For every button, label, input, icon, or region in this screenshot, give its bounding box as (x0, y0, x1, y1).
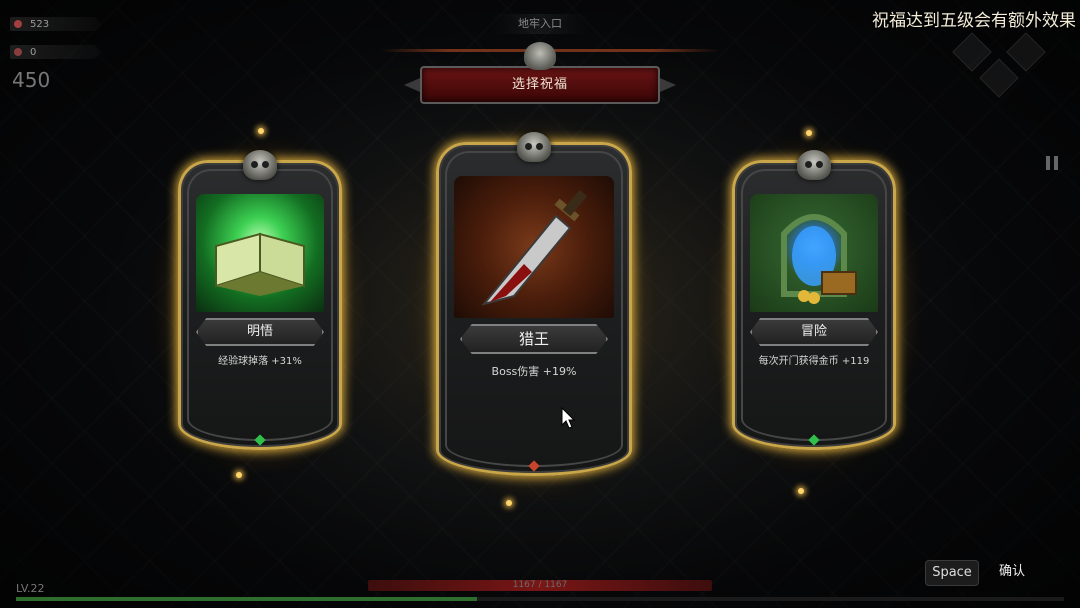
gold-value: 523 (10, 17, 102, 31)
level-label: LV.22 (16, 582, 45, 595)
area-name: 地牢入口 (492, 14, 588, 34)
portal-treasure-icon (750, 194, 878, 312)
glowing-book-icon (196, 194, 324, 312)
card-name: 冒险 (750, 318, 878, 346)
confirm-button[interactable]: 确认 (999, 560, 1025, 584)
sparkle (806, 130, 812, 136)
kill-counter: 0 (10, 44, 102, 60)
xp-bar-fill (16, 597, 477, 601)
skull-ornament-icon (524, 42, 556, 70)
card-desc: 经验球掉落 +31% (218, 356, 302, 367)
blessing-card-3[interactable]: 冒险 每次开门获得金币 +119 (714, 142, 914, 468)
mouse-cursor-icon (561, 407, 575, 429)
card-desc: Boss伤害 +19% (491, 365, 577, 378)
card-name: 猎王 (460, 324, 608, 354)
sparkle (506, 500, 512, 506)
space-key-hint[interactable]: Space (925, 560, 979, 586)
card-name: 明悟 (196, 318, 324, 346)
card-skull-icon (243, 150, 277, 180)
page-title: 选择祝福 (511, 77, 568, 92)
card-desc: 每次开门获得金币 +119 (758, 356, 870, 367)
blessing-card-2[interactable]: 猎王 Boss伤害 +19% (418, 124, 650, 494)
blessing-hint: 祝福达到五级会有额外效果 (872, 11, 1076, 31)
title-plaque: 选择祝福 (404, 66, 660, 104)
pause-icon[interactable] (1046, 156, 1060, 170)
card-skull-icon (797, 150, 831, 180)
hp-bar: 1167 / 1167 (368, 580, 712, 591)
card-skull-icon (517, 132, 551, 162)
blessing-card-1[interactable]: 明悟 经验球掉落 +31% (160, 142, 360, 468)
gold-counter: 523 (10, 16, 102, 32)
sparkle (798, 488, 804, 494)
sparkle (258, 128, 264, 134)
bloody-dagger-icon (454, 176, 614, 318)
sparkle (236, 472, 242, 478)
kill-value: 0 (10, 45, 102, 59)
score-readout: 450 (12, 68, 51, 92)
